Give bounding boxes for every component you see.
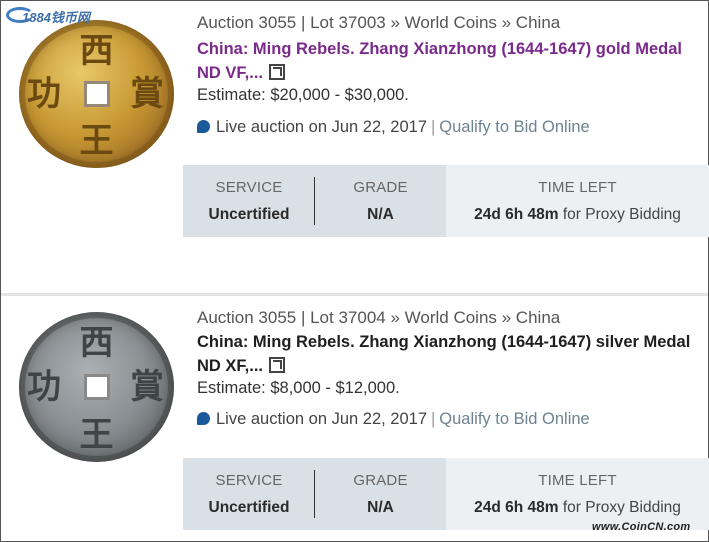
time-left-cell: TIME LEFT 24d 6h 48m for Proxy Bidding xyxy=(446,458,709,530)
time-left-value: 24d 6h 48m for Proxy Bidding xyxy=(474,206,681,224)
coin-character-bottom: 王 xyxy=(79,121,114,161)
lot-title-line1[interactable]: China: Ming Rebels. Zhang Xianzhong (164… xyxy=(197,333,690,351)
estimate-text: Estimate: $20,000 - $30,000. xyxy=(197,86,409,104)
service-value: Uncertified xyxy=(208,205,290,223)
lot-title-line1[interactable]: China: Ming Rebels. Zhang Xianzhong (164… xyxy=(197,40,682,58)
external-link-icon[interactable] xyxy=(269,357,286,373)
grade-cell: GRADE N/A xyxy=(315,165,446,237)
coin-character-right: 賞 xyxy=(130,74,164,114)
separator: | xyxy=(431,410,436,428)
live-auction-line: Live auction on Jun 22, 2017 | Qualify to … xyxy=(197,410,590,429)
watermark-logo-top: 1884钱币网 xyxy=(4,4,114,26)
time-left-value: 24d 6h 48m for Proxy Bidding xyxy=(474,499,681,517)
service-value: Uncertified xyxy=(208,498,290,516)
live-auction-date: Live auction on Jun 22, 2017 xyxy=(216,410,427,428)
qualify-to-bid-link[interactable]: Qualify to Bid Online xyxy=(439,410,589,428)
coin-character-bottom: 王 xyxy=(79,415,114,455)
lot-breadcrumb[interactable]: Auction 3055 | Lot 37003 » World Coins »… xyxy=(197,13,560,33)
time-left-label: TIME LEFT xyxy=(538,471,617,489)
estimate-text: Estimate: $8,000 - $12,000. xyxy=(197,379,400,397)
grade-value: N/A xyxy=(367,498,394,516)
qualify-to-bid-link[interactable]: Qualify to Bid Online xyxy=(439,118,589,136)
coin-character-left: 功 xyxy=(27,367,61,407)
lot-title-line2[interactable]: ND XF,... xyxy=(197,354,263,378)
service-cell: SERVICE Uncertified xyxy=(183,458,315,530)
lot-info-bar: SERVICE Uncertified GRADE N/A TIME LEFT … xyxy=(183,165,709,237)
coin-character-left: 功 xyxy=(27,74,61,114)
time-left-suffix: for Proxy Bidding xyxy=(562,498,681,516)
time-left-cell: TIME LEFT 24d 6h 48m for Proxy Bidding xyxy=(446,165,709,237)
lot-title-line2[interactable]: ND VF,... xyxy=(197,61,263,85)
service-label: SERVICE xyxy=(215,178,283,196)
service-cell: SERVICE Uncertified xyxy=(183,165,315,237)
live-auction-line: Live auction on Jun 22, 2017 | Qualify to … xyxy=(197,118,590,137)
watermark-top-text: 1884钱币网 xyxy=(22,10,90,25)
coin-square-hole xyxy=(83,81,110,107)
watermark-bottom-text: www.CoinCN.com xyxy=(592,521,691,533)
external-link-icon[interactable] xyxy=(269,64,286,80)
lot-title-link[interactable]: China: Ming Rebels. Zhang Xianzhong (164… xyxy=(197,330,707,378)
separator: | xyxy=(431,118,436,136)
live-auction-date: Live auction on Jun 22, 2017 xyxy=(216,118,427,136)
time-left-countdown: 24d 6h 48m xyxy=(474,205,559,223)
grade-label: GRADE xyxy=(353,471,408,489)
lot-breadcrumb[interactable]: Auction 3055 | Lot 37004 » World Coins »… xyxy=(197,308,560,328)
grade-cell: GRADE N/A xyxy=(315,458,446,530)
grade-label: GRADE xyxy=(353,178,408,196)
coin-character-top: 西 xyxy=(79,31,114,71)
service-label: SERVICE xyxy=(215,471,283,489)
gavel-icon xyxy=(197,412,210,425)
time-left-suffix: for Proxy Bidding xyxy=(562,205,681,223)
grade-value: N/A xyxy=(367,205,394,223)
lot-info-bar: SERVICE Uncertified GRADE N/A TIME LEFT … xyxy=(183,458,709,530)
coin-image-silver-medal[interactable]: 西 王 功 賞 xyxy=(19,312,174,462)
coin-image-gold-medal[interactable]: 西 王 功 賞 xyxy=(19,20,174,168)
time-left-countdown: 24d 6h 48m xyxy=(474,498,559,516)
gavel-icon xyxy=(197,120,210,133)
coin-character-top: 西 xyxy=(79,323,114,363)
coin-square-hole xyxy=(83,374,110,400)
lot-title-link[interactable]: China: Ming Rebels. Zhang Xianzhong (164… xyxy=(197,37,707,85)
time-left-label: TIME LEFT xyxy=(538,178,617,196)
coin-character-right: 賞 xyxy=(130,367,164,407)
